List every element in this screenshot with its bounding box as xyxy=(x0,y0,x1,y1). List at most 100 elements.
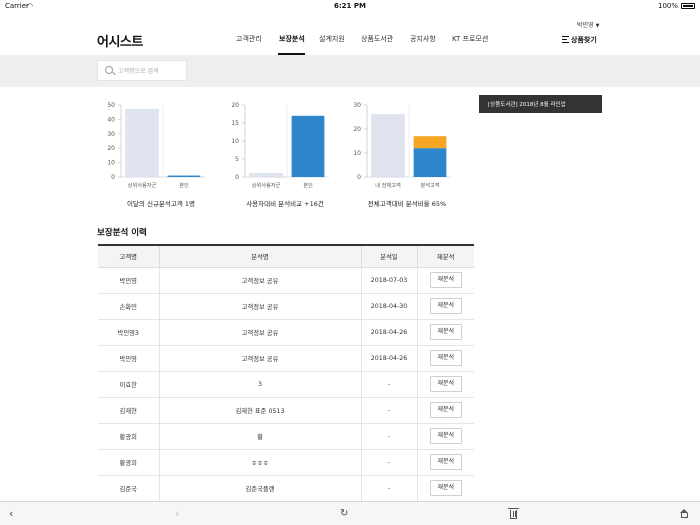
table-row[interactable]: 박민영3 고객정보 공유 2018-04-26 재분석 xyxy=(98,319,474,346)
action-cell: 재분석 xyxy=(416,267,474,294)
user-comparison-chart-svg: 0 5 10 15 20 상위사용자군 본인 xyxy=(231,102,329,189)
bar-1-series-1 xyxy=(413,136,447,149)
search-icon xyxy=(105,66,113,74)
y-tick-label: 20 xyxy=(231,102,239,109)
analysis-name-cell: 고객정보 공유 xyxy=(158,293,361,320)
y-tick-label: 10 xyxy=(107,160,115,167)
bar-1 xyxy=(167,175,201,177)
analysis-name-cell: 3 xyxy=(158,371,361,398)
y-tick-label: 0 xyxy=(235,174,239,181)
customer-cell: 황광희 xyxy=(98,423,159,450)
analysis-name-cell: 황 xyxy=(158,423,361,450)
new-customers-caption: 이달의 신규분석고객 1명 xyxy=(126,200,196,208)
caret-down-icon: ▼ xyxy=(595,23,600,29)
y-tick-label: 30 xyxy=(353,102,361,109)
reanalyze-button[interactable]: 재분석 xyxy=(429,272,462,288)
history-section-title: 보장분석 이력 xyxy=(97,228,147,238)
y-tick-label: 5 xyxy=(235,156,239,163)
action-cell: 재분석 xyxy=(416,397,474,424)
action-cell: 재분석 xyxy=(416,319,474,346)
date-cell: - xyxy=(360,423,417,450)
action-cell: 재분석 xyxy=(416,449,474,476)
reanalyze-button[interactable]: 재분석 xyxy=(429,376,462,392)
nav-kt-promotion[interactable]: KT 프로모션 xyxy=(452,34,488,44)
customer-cell: 이효한 xyxy=(98,371,159,398)
reanalyze-button[interactable]: 재분석 xyxy=(429,298,462,314)
x-tick-label: 본인 xyxy=(303,182,313,189)
table-row[interactable]: 이효한 3 - 재분석 xyxy=(98,371,474,398)
column-header-date: 분석일 xyxy=(360,244,417,268)
history-table: 고객명 분석명 분석일 재분석 박민영 고객정보 공유 2018-07-03 재… xyxy=(98,244,474,502)
table-row[interactable]: 손화민 고객정보 공유 2018-04-30 재분석 xyxy=(98,293,474,320)
analysis-name-cell: 고객정보 공유 xyxy=(158,345,361,372)
analysis-name-cell: 고객정보 공유 xyxy=(158,267,361,294)
y-tick-label: 15 xyxy=(231,120,239,127)
forward-icon[interactable]: › xyxy=(175,507,179,520)
x-tick-label: 본인 xyxy=(179,182,189,189)
user-comparison-chart: 0 5 10 15 20 상위사용자군 본인 xyxy=(221,100,341,195)
user-comparison-caption: 사용자대비 분석비교 +16건 xyxy=(246,200,324,208)
action-cell: 재분석 xyxy=(416,475,474,502)
user-menu[interactable]: 박민영 ▼ xyxy=(577,20,599,29)
clock: 6:21 PM xyxy=(334,2,366,10)
nav-coverage-analysis[interactable]: 보장분석 xyxy=(279,34,305,44)
bar-0-series-0 xyxy=(371,114,405,178)
customer-cell: 박민영 xyxy=(98,345,159,372)
analysis-name-cell: 김준국플랜 xyxy=(158,475,361,502)
customer-search-box[interactable] xyxy=(97,60,187,81)
analysis-name-cell: 고객정보 공유 xyxy=(158,319,361,346)
date-cell: - xyxy=(360,397,417,424)
reload-icon[interactable]: ↻ xyxy=(340,508,348,519)
reanalyze-button[interactable]: 재분석 xyxy=(429,454,462,470)
table-row[interactable]: 황광희 황 - 재분석 xyxy=(98,423,474,450)
new-customers-chart-svg: 0 10 20 30 40 50 상위사용자군 본인 xyxy=(107,102,205,189)
status-bar: Carrier ◠ 6:21 PM 100% xyxy=(0,0,700,12)
browser-toolbar: ‹ › ↻ xyxy=(0,501,700,525)
table-row[interactable]: 황광희 ㅎㅎㅎ - 재분석 xyxy=(98,449,474,476)
reanalyze-button[interactable]: 재분석 xyxy=(429,350,462,366)
search-bar-area xyxy=(0,55,700,87)
table-header-row: 고객명 분석명 분석일 재분석 xyxy=(98,244,474,268)
reanalyze-button[interactable]: 재분석 xyxy=(429,402,462,418)
action-cell: 재분석 xyxy=(416,293,474,320)
new-customers-chart: 0 10 20 30 40 50 상위사용자군 본인 xyxy=(97,100,217,195)
customer-cell: 박민영3 xyxy=(98,319,159,346)
column-header-reanalyze: 재분석 xyxy=(416,244,474,268)
home-icon[interactable] xyxy=(680,509,689,518)
y-tick-label: 30 xyxy=(107,131,115,138)
x-tick-label: 내 전체고객 xyxy=(375,181,401,189)
table-row[interactable]: 박민영 고객정보 공유 2018-07-03 재분석 xyxy=(98,267,474,294)
table-row[interactable]: 박민영 고객정보 공유 2018-04-26 재분석 xyxy=(98,345,474,372)
nav-customer-management[interactable]: 고객관리 xyxy=(236,34,262,44)
nav-design-support[interactable]: 설계지원 xyxy=(319,34,345,44)
bar-0 xyxy=(249,173,283,178)
customer-cell: 박민영 xyxy=(98,267,159,294)
trash-icon[interactable] xyxy=(508,508,519,519)
nav-notices[interactable]: 공지사항 xyxy=(410,34,436,44)
reanalyze-button[interactable]: 재분석 xyxy=(429,324,462,340)
reanalyze-button[interactable]: 재분석 xyxy=(429,480,462,496)
bar-1 xyxy=(291,115,325,177)
user-name: 박민영 xyxy=(577,22,594,29)
back-icon[interactable]: ‹ xyxy=(9,507,13,520)
battery-icon xyxy=(681,3,695,9)
action-cell: 재분석 xyxy=(416,345,474,372)
y-tick-label: 10 xyxy=(231,138,239,145)
action-cell: 재분석 xyxy=(416,371,474,398)
table-row[interactable]: 김준국 김준국플랜 - 재분석 xyxy=(98,475,474,502)
x-tick-label: 상위사용자군 xyxy=(128,181,157,189)
customer-cell: 황광희 xyxy=(98,449,159,476)
y-tick-label: 20 xyxy=(353,126,361,133)
reanalyze-button[interactable]: 재분석 xyxy=(429,428,462,444)
date-cell: 2018-04-26 xyxy=(360,345,417,372)
customer-cell: 김준국 xyxy=(98,475,159,502)
bar-0 xyxy=(125,109,159,178)
table-row[interactable]: 김재현 김재현 표준 0513 - 재분석 xyxy=(98,397,474,424)
product-search-label: 상품찾기 xyxy=(571,36,597,44)
customer-search-input[interactable] xyxy=(118,64,184,78)
x-tick-label: 분석고객 xyxy=(420,181,439,189)
product-search-button[interactable]: 상품찾기 xyxy=(562,35,597,45)
notice-banner[interactable]: [상품도서관] 2018년 8월 라인업 xyxy=(479,95,602,113)
action-cell: 재분석 xyxy=(416,423,474,450)
nav-product-library[interactable]: 상품도서관 xyxy=(361,34,393,44)
